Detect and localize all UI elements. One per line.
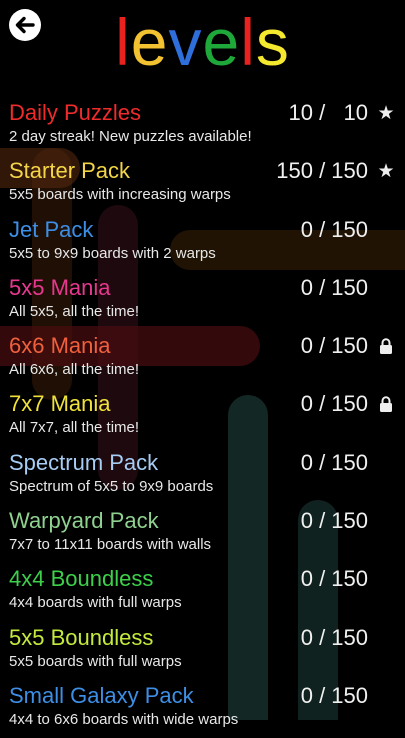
pack-description: All 7x7, all the time! bbox=[9, 419, 140, 437]
title-letter: e bbox=[202, 5, 241, 79]
level-pack-row[interactable]: 6x6 Mania All 6x6, all the time! 0 / 150 bbox=[0, 330, 405, 388]
pack-progress: 0 / 150 bbox=[300, 391, 368, 417]
pack-progress: 0 / 150 bbox=[300, 333, 368, 359]
pack-description: All 6x6, all the time! bbox=[9, 361, 140, 379]
pack-progress: 0 / 150 bbox=[300, 216, 368, 242]
pack-description: 7x7 to 11x11 boards with walls bbox=[9, 536, 212, 554]
pack-name: 4x4 Boundless bbox=[9, 566, 154, 592]
level-pack-row[interactable]: 7x7 Mania All 7x7, all the time! 0 / 150 bbox=[0, 388, 405, 446]
back-button[interactable] bbox=[8, 8, 42, 42]
pack-name: 5x5 Boundless bbox=[9, 624, 154, 650]
pack-progress: 0 / 150 bbox=[300, 566, 368, 592]
level-pack-row[interactable]: Daily Puzzles 2 day streak! New puzzles a… bbox=[0, 97, 405, 155]
pack-name: Warpyard Pack bbox=[9, 508, 159, 534]
pack-description: 2 day streak! New puzzles available! bbox=[9, 128, 252, 145]
back-arrow-icon bbox=[9, 9, 41, 41]
pack-name: 7x7 Mania bbox=[9, 391, 111, 417]
pack-progress: 0 / 150 bbox=[300, 682, 368, 708]
pack-description: 4x4 boards with full warps bbox=[9, 594, 182, 612]
pack-description: 5x5 boards with full warps bbox=[9, 652, 182, 670]
pack-progress: 0 / 150 bbox=[300, 274, 368, 300]
pack-progress: 10 / 10 bbox=[288, 100, 368, 125]
pack-progress: 150 / 150 bbox=[276, 158, 368, 184]
pack-name: 6x6 Mania bbox=[9, 333, 111, 359]
title-letter: s bbox=[255, 5, 290, 79]
level-pack-row[interactable]: Warpyard Pack 7x7 to 11x11 boards with wa… bbox=[0, 505, 405, 563]
pack-name: 5x5 Mania bbox=[9, 274, 111, 300]
level-pack-row[interactable]: 5x5 Mania All 5x5, all the time! 0 / 150 bbox=[0, 272, 405, 330]
pack-progress: 0 / 150 bbox=[300, 624, 368, 650]
pack-name: Daily Puzzles bbox=[9, 100, 142, 125]
lock-icon bbox=[376, 394, 396, 414]
level-pack-row[interactable]: Spectrum Pack Spectrum of 5x5 to 9x9 boar… bbox=[0, 447, 405, 505]
level-pack-list: Daily Puzzles 2 day streak! New puzzles a… bbox=[0, 97, 405, 738]
level-pack-row[interactable]: 5x5 Boundless 5x5 boards with full warps 0… bbox=[0, 622, 405, 680]
pack-description: 5x5 boards with increasing warps bbox=[9, 186, 231, 204]
level-pack-row[interactable]: 4x4 Boundless 4x4 boards with full warps 0… bbox=[0, 563, 405, 621]
pack-description: Spectrum of 5x5 to 9x9 boards bbox=[9, 477, 214, 495]
pack-description: All 5x5, all the time! bbox=[9, 302, 140, 320]
pack-description: 5x5 to 9x9 boards with 2 warps bbox=[9, 244, 216, 262]
pack-progress: 0 / 150 bbox=[300, 508, 368, 534]
title-letter: l bbox=[240, 5, 256, 79]
title-letter: e bbox=[130, 5, 169, 79]
title-letter: l bbox=[115, 5, 131, 79]
level-pack-row[interactable]: Small Galaxy Pack 4x4 to 6x6 boards with … bbox=[0, 680, 405, 738]
star-icon: ★ bbox=[377, 160, 395, 183]
level-pack-row[interactable]: Starter Pack 5x5 boards with increasing w… bbox=[0, 155, 405, 213]
lock-icon bbox=[376, 336, 396, 356]
pack-name: Spectrum Pack bbox=[9, 449, 159, 475]
pack-name: Small Galaxy Pack bbox=[9, 682, 194, 708]
pack-name: Starter Pack bbox=[9, 158, 131, 184]
title-letter: v bbox=[168, 5, 203, 79]
pack-name: Jet Pack bbox=[9, 216, 94, 242]
star-icon: ★ bbox=[377, 102, 395, 124]
level-pack-row[interactable]: Jet Pack 5x5 to 9x9 boards with 2 warps 0 … bbox=[0, 214, 405, 272]
page-title: levels bbox=[0, 2, 405, 82]
pack-progress: 0 / 150 bbox=[300, 449, 368, 475]
